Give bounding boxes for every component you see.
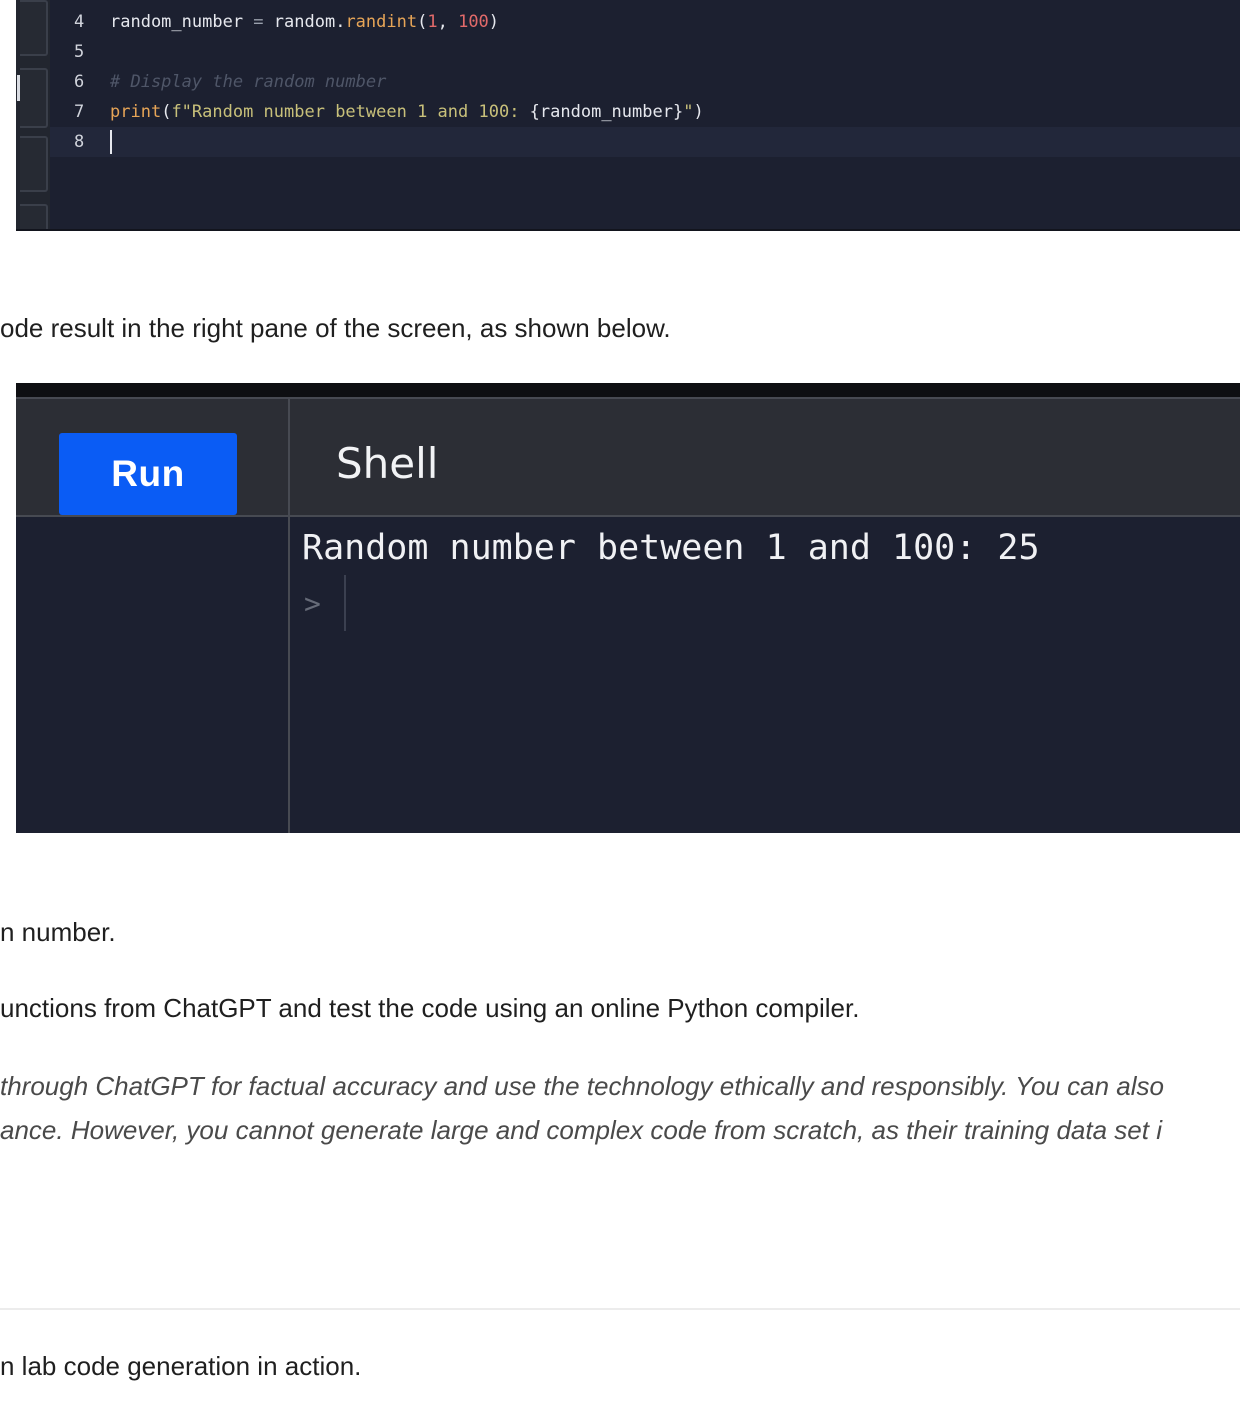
fold-marker <box>20 136 48 192</box>
panel-top-bar <box>16 383 1240 397</box>
line-number: 8 <box>74 132 85 152</box>
shell-output: Random number between 1 and 100: 25 <box>302 528 1040 568</box>
intro-text: ode result in the right pane of the scre… <box>0 313 671 343</box>
code-text <box>110 127 112 157</box>
code-token: ( <box>417 12 428 32</box>
code-token: f"Random number between 1 and 100: <box>171 102 530 122</box>
code-token: 100 <box>458 12 489 32</box>
code-text: random_number = random.randint(1, 100) <box>110 7 499 37</box>
fold-marker <box>20 68 48 128</box>
code-line[interactable]: 4 random_number = random.randint(1, 100) <box>50 7 1240 37</box>
code-token: ( <box>161 102 172 122</box>
code-token: 1 <box>427 12 438 32</box>
panel-header: Run Shell <box>16 397 1240 517</box>
code-token: random. <box>263 12 346 32</box>
code-token: = <box>253 12 264 32</box>
code-line[interactable]: 7 print(f"Random number between 1 and 100… <box>50 97 1240 127</box>
code-token: random_number <box>110 12 254 32</box>
code-token: , <box>437 12 459 32</box>
fold-marker <box>20 204 48 229</box>
run-button[interactable]: Run <box>59 433 237 515</box>
line-number: 6 <box>74 72 85 92</box>
text-cursor <box>110 130 112 154</box>
code-token: " <box>683 102 694 122</box>
online-compiler-panel: Run Shell Random number between 1 and 10… <box>16 383 1240 833</box>
shell-input-cursor[interactable] <box>344 575 346 631</box>
code-line[interactable]: 6 # Display the random number <box>50 67 1240 97</box>
code-token: {random_number} <box>529 102 684 122</box>
gutter-indicator <box>17 75 20 101</box>
line-number: 4 <box>74 12 85 32</box>
paragraph-random-number: n number. <box>0 917 116 947</box>
fold-marker <box>20 0 48 56</box>
code-token: # Display the random number <box>110 72 387 92</box>
shell-prompt-icon: > <box>304 587 321 620</box>
code-token: ) <box>693 102 704 122</box>
line-number: 7 <box>74 102 85 122</box>
editor-gutter <box>16 0 50 229</box>
code-line[interactable]: 5 <box>50 37 1240 67</box>
note-line-2: ance. However, you cannot generate large… <box>0 1115 1162 1145</box>
code-token: randint <box>345 12 418 32</box>
code-editor[interactable]: 4 random_number = random.randint(1, 100) 5… <box>16 0 1240 231</box>
paragraph-lab-code: n lab code generation in action. <box>0 1351 362 1381</box>
code-line[interactable]: 8 <box>50 127 1240 157</box>
code-text: # Display the random number <box>110 67 386 97</box>
paragraph-functions: unctions from ChatGPT and test the code … <box>0 993 860 1023</box>
section-divider <box>0 1308 1240 1310</box>
code-token: ) <box>488 12 500 32</box>
shell-title: Shell <box>336 439 439 488</box>
pane-divider[interactable] <box>288 397 290 833</box>
note-line-1: through ChatGPT for factual accuracy and… <box>0 1071 1164 1101</box>
line-number: 5 <box>74 42 85 62</box>
code-token: print <box>110 102 162 122</box>
code-text: print(f"Random number between 1 and 100:… <box>110 97 704 127</box>
